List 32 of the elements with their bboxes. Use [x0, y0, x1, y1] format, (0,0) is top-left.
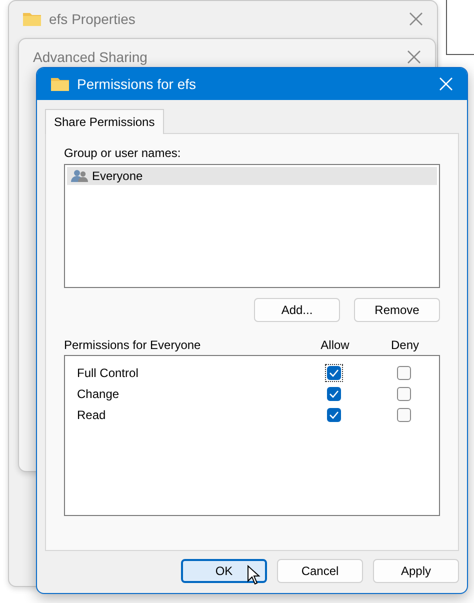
check-icon — [329, 410, 339, 418]
check-icon — [329, 390, 339, 398]
checkbox[interactable] — [325, 406, 343, 424]
check-icon — [329, 368, 339, 376]
permission-name: Change — [77, 386, 120, 400]
group-label: Group or user names: — [64, 146, 182, 160]
column-header: Deny — [390, 338, 420, 352]
dialog-button[interactable]: Remove — [354, 298, 440, 322]
permission-name: Read — [77, 408, 107, 422]
cursor-icon — [247, 565, 261, 585]
dialog-button[interactable]: OK — [181, 559, 267, 583]
folder-icon — [23, 12, 41, 26]
dialog-title: Permissions for efs — [77, 76, 198, 92]
checkbox[interactable] — [395, 384, 413, 402]
checkbox[interactable] — [325, 364, 343, 382]
close-icon[interactable] — [407, 50, 421, 64]
folder-icon — [51, 77, 69, 91]
user-item[interactable]: Everyone — [67, 167, 437, 185]
column-header: Allow — [320, 338, 350, 352]
checkbox[interactable] — [395, 364, 413, 382]
dialog-button[interactable]: Cancel — [277, 559, 363, 583]
window-title: efs Properties — [49, 11, 136, 27]
close-icon[interactable] — [409, 12, 423, 26]
dialog-button[interactable]: Apply — [373, 559, 459, 583]
tab[interactable]: Share Permissions — [45, 109, 164, 134]
checkbox[interactable] — [325, 384, 343, 402]
checkbox[interactable] — [395, 406, 413, 424]
permissions-label: Permissions for Everyone — [64, 338, 202, 352]
dialog-button[interactable]: Add... — [254, 298, 340, 322]
permission-name: Full Control — [77, 366, 140, 380]
users-icon — [71, 169, 89, 183]
window-title: Advanced Sharing — [33, 49, 148, 65]
